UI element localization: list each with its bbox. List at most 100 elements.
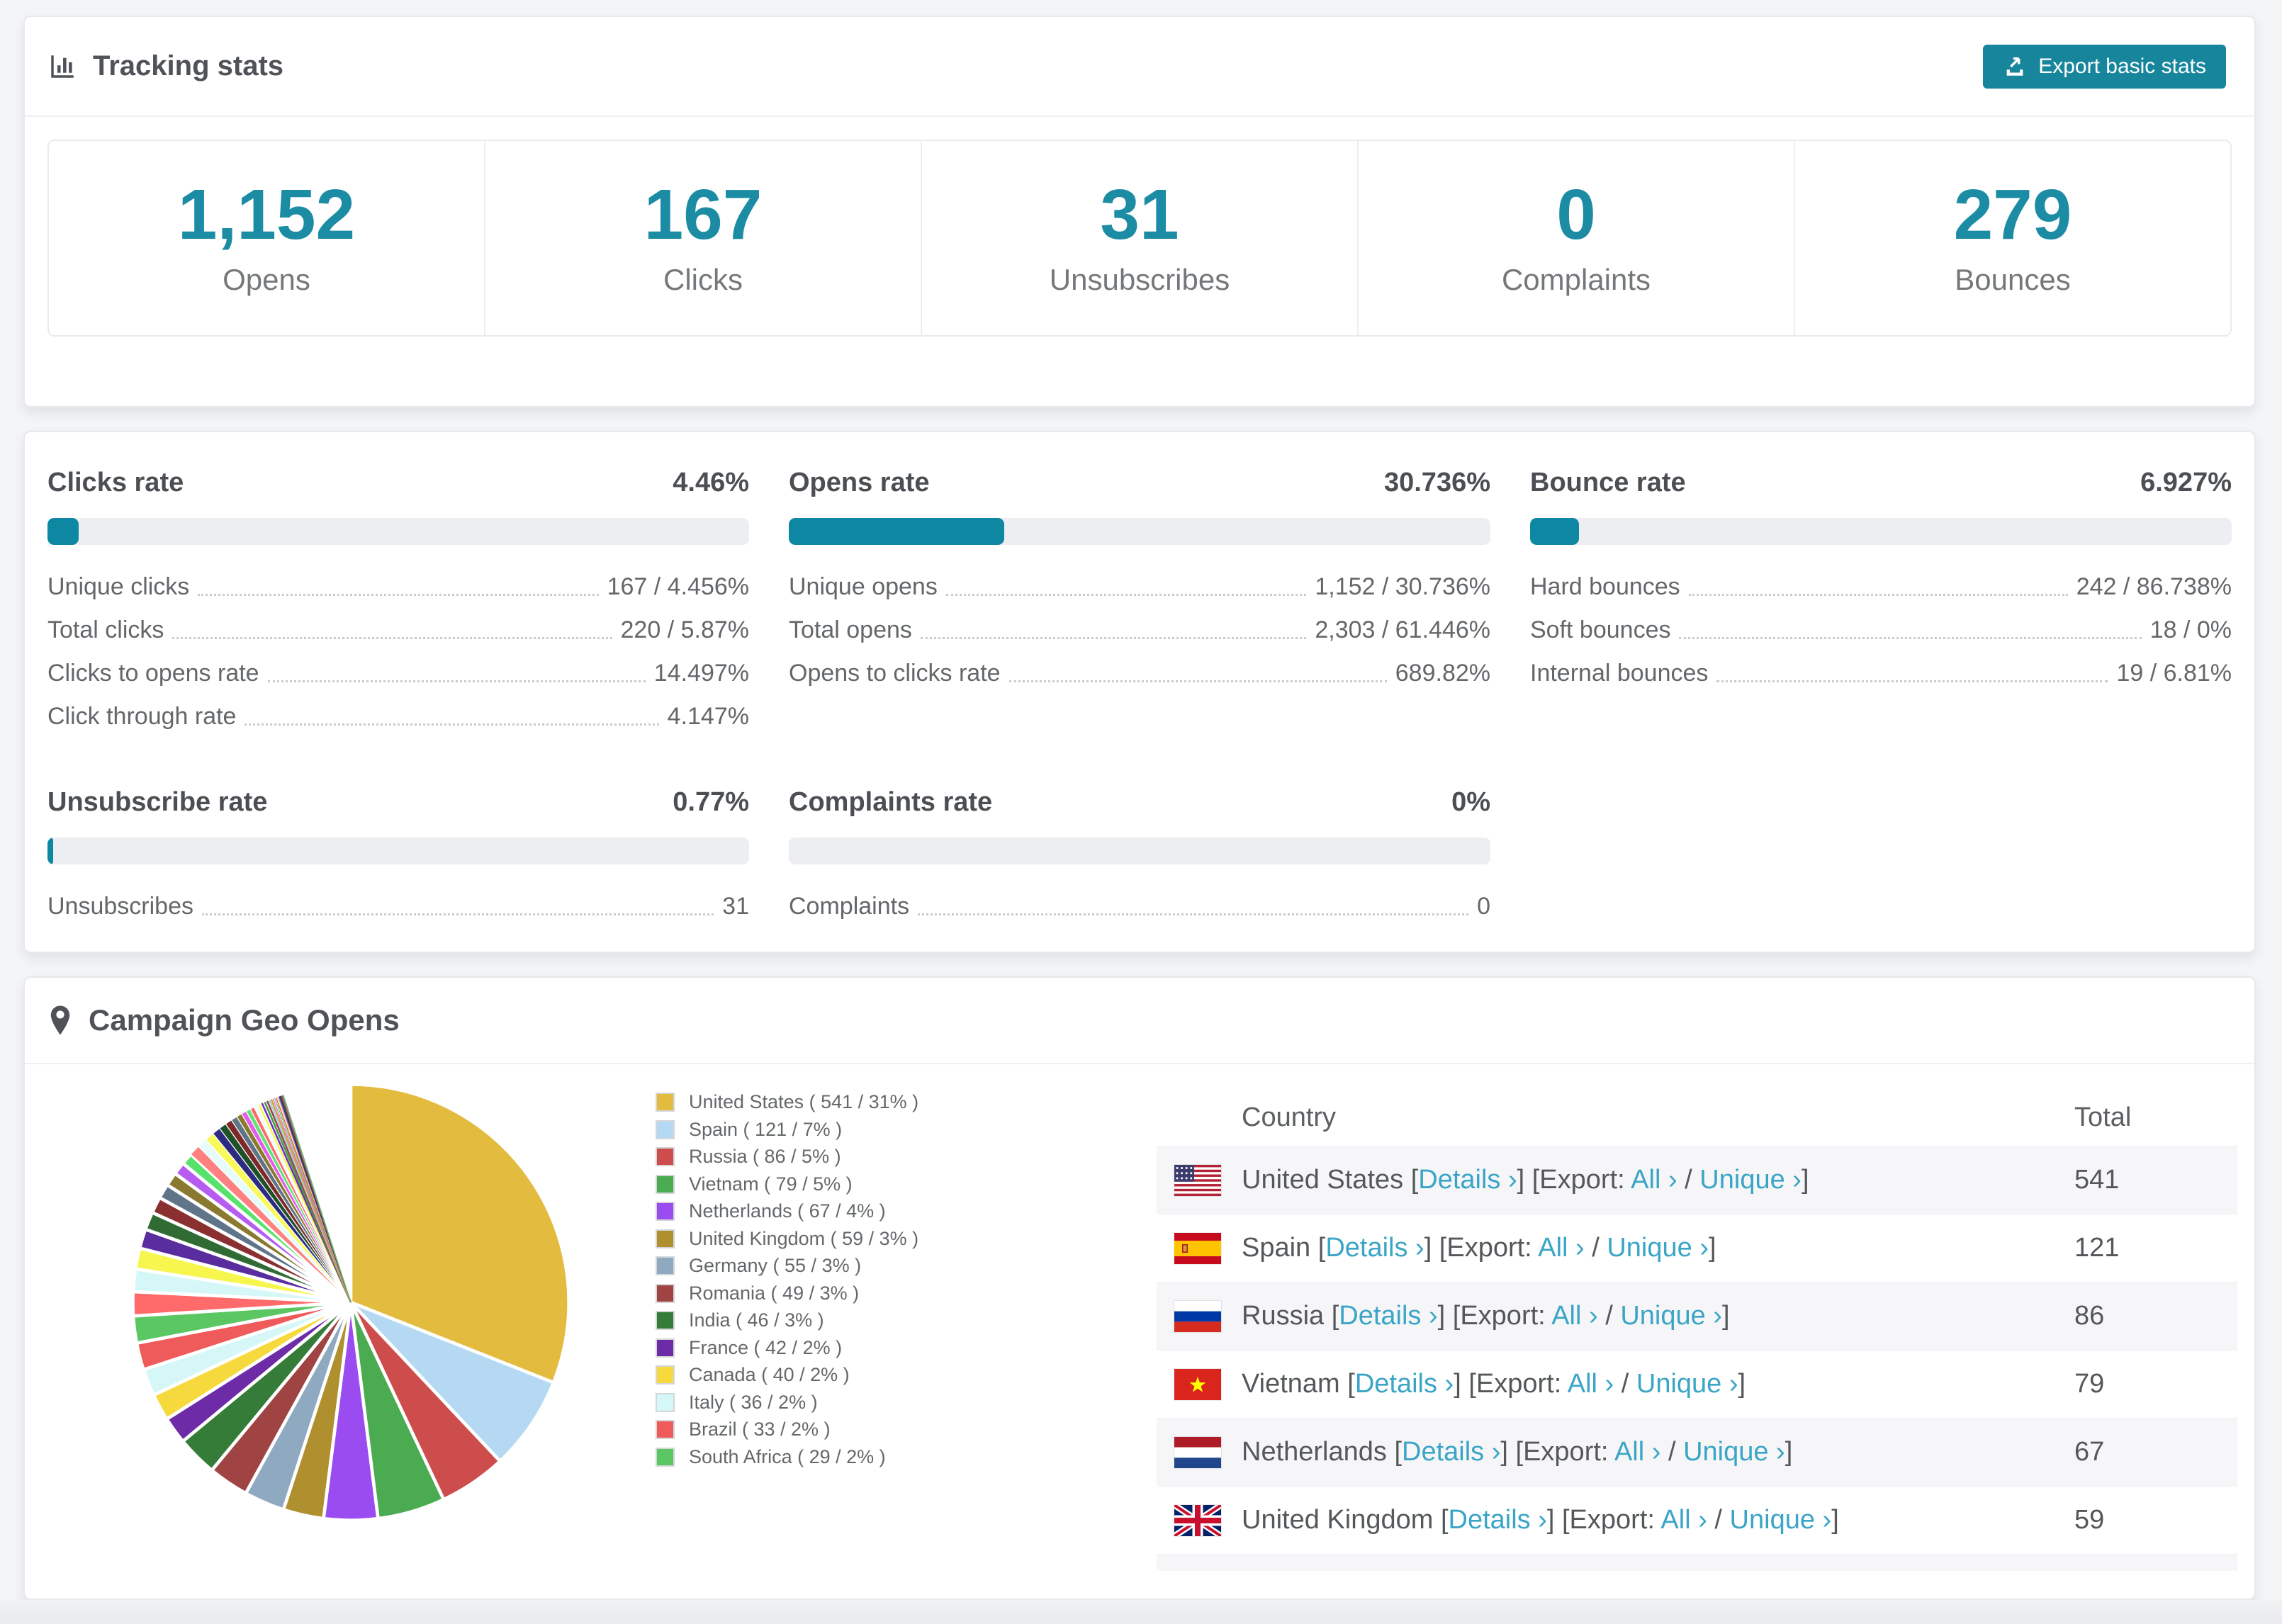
legend-label: Romania ( 49 / 3% ) (689, 1282, 860, 1304)
export-all-link[interactable]: All › (1551, 1301, 1597, 1331)
export-icon (2003, 55, 2027, 79)
flag-gb-icon (1174, 1504, 1221, 1536)
legend-swatch (656, 1420, 675, 1439)
geo-table-rows: United States [Details ›] [Export: All ›… (1157, 1146, 2237, 1571)
export-basic-stats-button[interactable]: Export basic stats (1983, 44, 2226, 89)
complaints-count: 0 (1556, 175, 1596, 254)
details-link[interactable]: Details › (1355, 1369, 1454, 1399)
country-cell: United Kingdom [Details ›] [Export: All … (1242, 1505, 1839, 1535)
stat-unsubscribes: 31 Unsubscribes (921, 141, 1357, 335)
details-link[interactable]: Details › (1325, 1233, 1424, 1263)
geo-pie-chart[interactable]: United StatesSpainRussiaVietnamNetherlan… (124, 1076, 578, 1529)
legend-item: Canada ( 40 / 2% ) (656, 1364, 918, 1385)
details-link[interactable]: Details › (1418, 1165, 1517, 1195)
export-all-link[interactable]: All › (1568, 1369, 1614, 1399)
stat-bounces: 279 Bounces (1794, 141, 2230, 335)
legend-label: Germany ( 55 / 3% ) (689, 1255, 862, 1276)
stat-row: Complaints 0 (789, 893, 1490, 920)
export-unique-link[interactable]: Unique › (1730, 1505, 1832, 1535)
opens-count: 1,152 (177, 175, 356, 254)
stat-row: Soft bounces 18 / 0% (1530, 616, 2232, 643)
export-all-link[interactable]: All › (1660, 1505, 1707, 1535)
stat-row: Opens to clicks rate 689.82% (789, 660, 1490, 687)
tracking-stats-card: Tracking stats Export basic stats 1,152 … (23, 16, 2256, 407)
legend-item: Russia ( 86 / 5% ) (656, 1146, 918, 1167)
legend-swatch (656, 1147, 675, 1166)
export-unique-link[interactable]: Unique › (1699, 1165, 1802, 1195)
export-unique-link[interactable]: Unique › (1620, 1301, 1722, 1331)
legend-swatch (656, 1392, 675, 1412)
bounce-rate-bar (1530, 518, 2232, 545)
details-link[interactable]: Details › (1449, 1505, 1547, 1535)
country-cell: Vietnam [Details ›] [Export: All › / Uni… (1242, 1369, 1746, 1399)
opens-rate-bar-fill (789, 518, 1005, 545)
legend-swatch (656, 1202, 675, 1221)
tracking-stats-title-text: Tracking stats (93, 50, 284, 81)
campaign-overview-page: { "colors":{"accent_number":"#1b8ca4","a… (0, 0, 2282, 1624)
legend-label: Brazil ( 33 / 2% ) (689, 1419, 831, 1440)
geo-table-row: United Kingdom [Details ›] [Export: All … (1157, 1486, 2237, 1554)
export-button-label: Export basic stats (2038, 54, 2206, 78)
stat-row: Unique clicks 167 / 4.456% (47, 573, 749, 600)
export-all-link[interactable]: All › (1614, 1437, 1660, 1467)
total-cell: 121 (2074, 1233, 2120, 1263)
export-unique-link[interactable]: Unique › (1636, 1369, 1738, 1399)
legend-item: India ( 46 / 3% ) (656, 1309, 918, 1331)
legend-swatch (656, 1120, 675, 1139)
geo-table-row: Netherlands [Details ›] [Export: All › /… (1157, 1418, 2237, 1486)
geo-table-row: Vietnam [Details ›] [Export: All › / Uni… (1157, 1350, 2237, 1418)
total-cell: 79 (2074, 1369, 2105, 1399)
stat-row: Unique opens 1,152 / 30.736% (789, 573, 1490, 600)
flag-ru-icon (1174, 1300, 1221, 1332)
legend-swatch (656, 1256, 675, 1275)
flag-nl-icon (1174, 1436, 1221, 1468)
complaints-rate-title: Complaints rate (789, 787, 993, 817)
complaints-rate-panel: Complaints rate 0% Complaints 0 (789, 787, 1490, 936)
legend-swatch (656, 1365, 675, 1385)
stat-row: Total opens 2,303 / 61.446% (789, 616, 1490, 643)
geo-title: Campaign Geo Opens (47, 1003, 400, 1037)
tracking-stats-header: Tracking stats Export basic stats (25, 17, 2254, 117)
unsubscribe-rate-bar-fill (47, 838, 53, 864)
legend-label: United Kingdom ( 59 / 3% ) (689, 1227, 919, 1249)
legend-label: Netherlands ( 67 / 4% ) (689, 1200, 886, 1222)
country-cell: United States [Details ›] [Export: All ›… (1242, 1165, 1809, 1195)
opens-rate-value: 30.736% (1383, 468, 1490, 497)
country-column-header: Country (1242, 1103, 1337, 1132)
export-unique-link[interactable]: Unique › (1683, 1437, 1785, 1467)
export-all-link[interactable]: All › (1631, 1165, 1677, 1195)
export-unique-link[interactable]: Unique › (1607, 1233, 1709, 1263)
opens-label: Opens (223, 263, 310, 296)
legend-swatch (656, 1447, 675, 1467)
geo-table-row: United States [Details ›] [Export: All ›… (1157, 1146, 2237, 1214)
bounces-label: Bounces (1955, 263, 2071, 296)
bounce-rate-title: Bounce rate (1530, 468, 1686, 497)
details-link[interactable]: Details › (1339, 1301, 1437, 1331)
flag-es-icon (1174, 1232, 1221, 1264)
stat-clicks: 167 Clicks (484, 141, 921, 335)
opens-rate-title: Opens rate (789, 468, 930, 497)
clicks-rate-panel: Clicks rate 4.46% Unique clicks 167 / 4.4… (47, 468, 749, 746)
rates-card: Clicks rate 4.46% Unique clicks 167 / 4.4… (23, 431, 2256, 953)
legend-swatch (656, 1229, 675, 1248)
legend-swatch (656, 1283, 675, 1303)
legend-item: Netherlands ( 67 / 4% ) (656, 1200, 918, 1222)
country-cell: Spain [Details ›] [Export: All › / Uniqu… (1242, 1233, 1716, 1263)
unsubscribes-count: 31 (1100, 175, 1179, 254)
legend-label: Italy ( 36 / 2% ) (689, 1391, 818, 1413)
stat-row: Total clicks 220 / 5.87% (47, 616, 749, 643)
bounce-rate-value: 6.927% (2140, 468, 2232, 497)
stat-row: Internal bounces 19 / 6.81% (1530, 660, 2232, 687)
legend-item: Vietnam ( 79 / 5% ) (656, 1173, 918, 1195)
complaints-rate-bar (789, 838, 1490, 864)
legend-item: United Kingdom ( 59 / 3% ) (656, 1227, 919, 1249)
details-link[interactable]: Details › (1402, 1437, 1500, 1467)
total-cell: 67 (2074, 1437, 2105, 1467)
total-cell: 541 (2074, 1165, 2120, 1195)
legend-item: Spain ( 121 / 7% ) (656, 1119, 918, 1140)
legend-label: Russia ( 86 / 5% ) (689, 1146, 841, 1167)
bounce-rate-panel: Bounce rate 6.927% Hard bounces 242 / 86.… (1530, 468, 2232, 746)
unsubscribe-rate-panel: Unsubscribe rate 0.77% Unsubscribes 31 (47, 787, 749, 936)
total-column-header: Total (2074, 1103, 2132, 1132)
export-all-link[interactable]: All › (1538, 1233, 1584, 1263)
